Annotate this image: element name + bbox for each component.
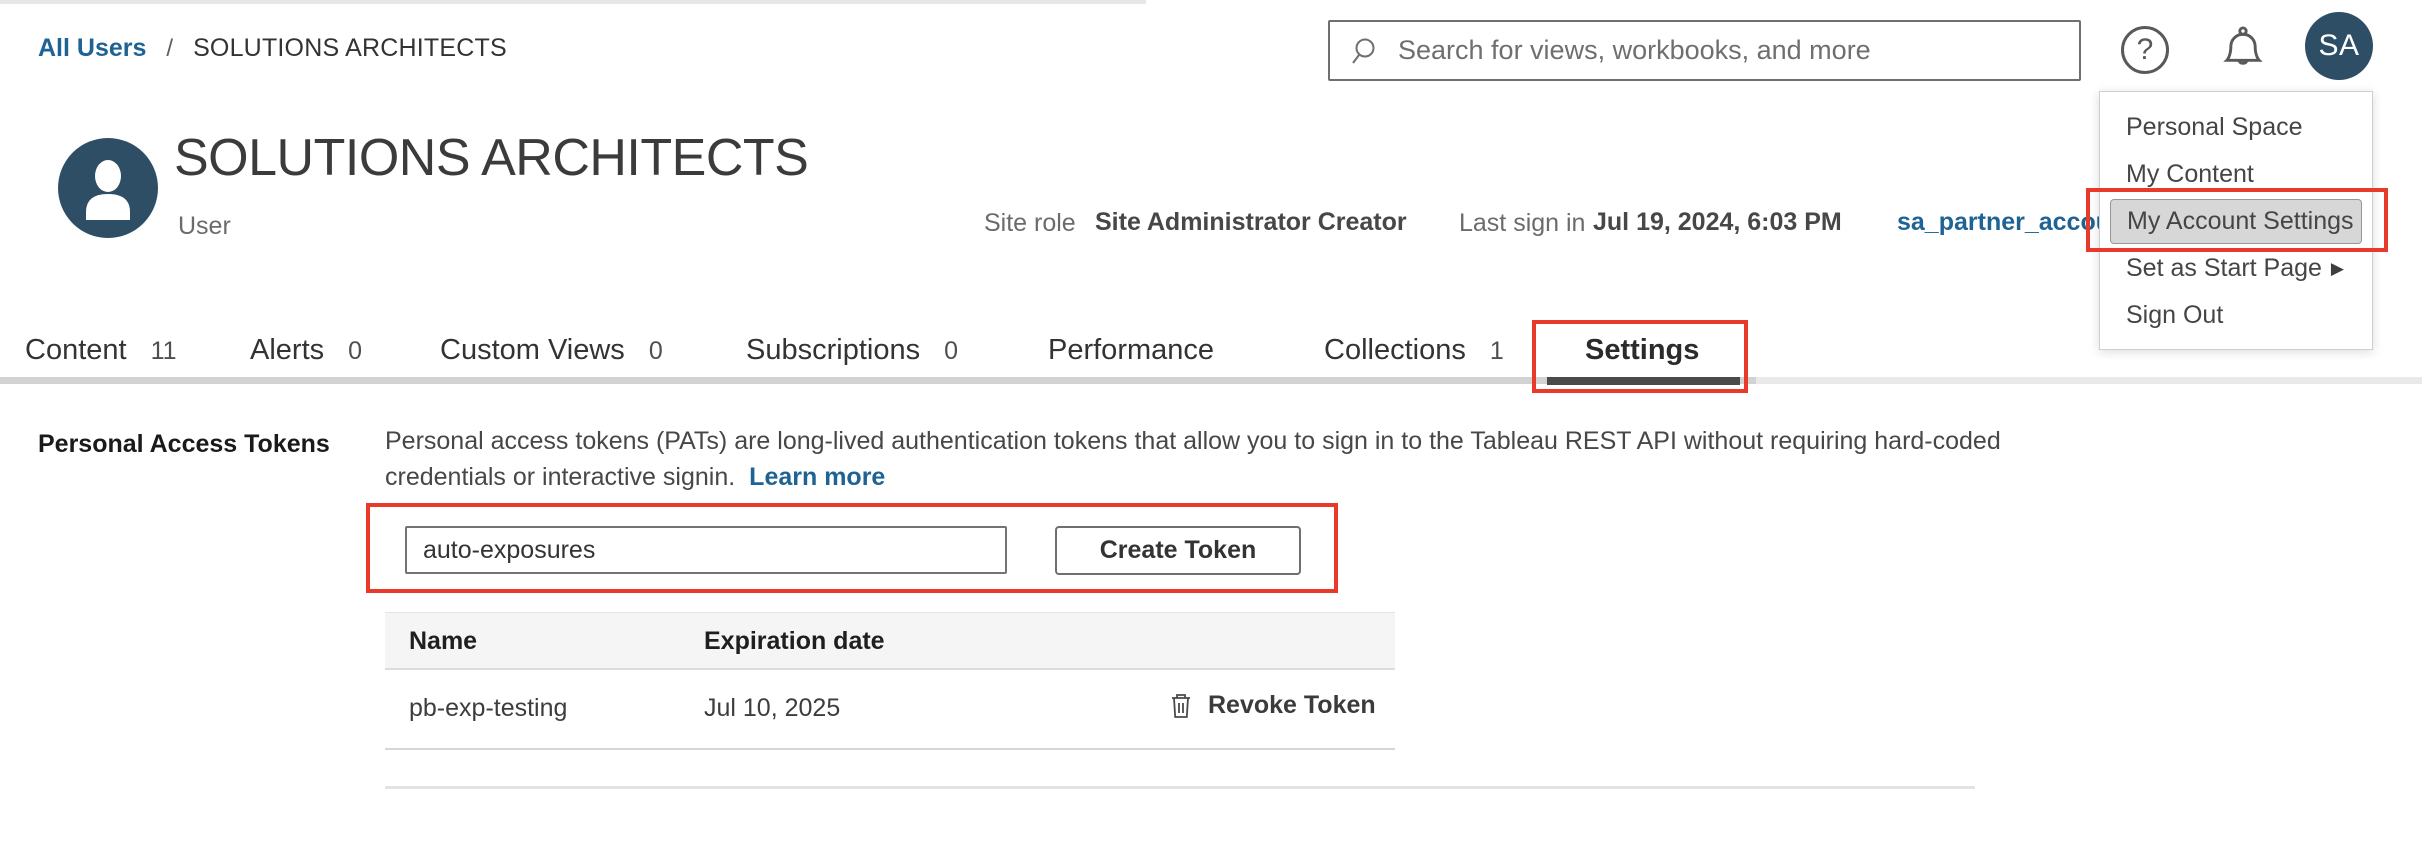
window-top-edge (0, 0, 1146, 4)
create-token-button[interactable]: Create Token (1055, 526, 1301, 575)
tab-label: Content (25, 334, 127, 367)
avatar-initials: SA (2318, 29, 2359, 63)
last-sign-in-value: Jul 19, 2024, 6:03 PM (1593, 208, 1842, 237)
tab-label: Settings (1585, 334, 1699, 367)
breadcrumb-separator: / (166, 35, 173, 63)
token-table-header (385, 612, 1395, 668)
pat-description-line1: Personal access tokens (PATs) are long-l… (385, 427, 2001, 456)
active-tab-underline (1547, 377, 1740, 385)
menu-item-label: Personal Space (2126, 104, 2303, 151)
tab-label: Custom Views (440, 334, 625, 367)
pat-description-text: credentials or interactive signin. (385, 463, 735, 491)
tab-collections[interactable]: Collections 1 (1324, 334, 1504, 367)
pat-section-title: Personal Access Tokens (38, 430, 330, 459)
token-row-expiration: Jul 10, 2025 (704, 694, 840, 723)
table-header-border (385, 668, 1395, 670)
breadcrumb: All Users / SOLUTIONS ARCHITECTS (38, 34, 507, 63)
pat-description-line2: credentials or interactive signin. Learn … (385, 463, 885, 492)
menu-item-label: Sign Out (2126, 292, 2223, 339)
token-name-input[interactable] (405, 526, 1007, 574)
tab-label: Performance (1048, 334, 1214, 367)
menu-item-my-account-settings[interactable]: My Account Settings (2110, 199, 2362, 244)
learn-more-link[interactable]: Learn more (749, 463, 885, 491)
site-role-value: Site Administrator Creator (1095, 208, 1407, 237)
search-icon (1350, 35, 1382, 67)
last-sign-in-label: Last sign in (1459, 209, 1585, 238)
tab-count: 11 (151, 337, 177, 366)
user-type-label: User (178, 212, 231, 241)
tab-performance[interactable]: Performance (1048, 334, 1214, 367)
search-input[interactable] (1398, 35, 2079, 66)
column-header-name: Name (409, 627, 477, 656)
person-icon (58, 138, 158, 238)
account-dropdown-menu: Personal Space My Content My Account Set… (2099, 91, 2373, 350)
search-bar[interactable] (1328, 20, 2081, 81)
token-row-name: pb-exp-testing (409, 694, 567, 723)
tab-count: 0 (649, 337, 663, 366)
menu-item-label: My Account Settings (2127, 200, 2354, 243)
column-header-expiration: Expiration date (704, 627, 885, 656)
menu-item-personal-space[interactable]: Personal Space (2100, 104, 2372, 151)
tab-count: 1 (1490, 337, 1504, 366)
tab-alerts[interactable]: Alerts 0 (250, 334, 362, 367)
notifications-bell-icon[interactable] (2216, 22, 2270, 78)
tab-label: Collections (1324, 334, 1466, 367)
tab-label: Subscriptions (746, 334, 920, 367)
site-role-label: Site role (984, 209, 1076, 238)
page: All Users / SOLUTIONS ARCHITECTS ? SA SO… (0, 0, 2422, 850)
help-icon[interactable]: ? (2121, 26, 2169, 74)
section-divider (385, 786, 1975, 789)
menu-item-set-as-start-page[interactable]: Set as Start Page ▶ (2100, 245, 2372, 292)
menu-item-label: Set as Start Page (2126, 245, 2322, 292)
trash-icon (1168, 690, 1194, 720)
tabs-divider-light (1756, 377, 2422, 384)
user-avatar (58, 138, 158, 238)
table-row-border (385, 748, 1395, 750)
tab-label: Alerts (250, 334, 324, 367)
revoke-token-label: Revoke Token (1208, 691, 1376, 720)
tab-count: 0 (348, 337, 362, 366)
tab-subscriptions[interactable]: Subscriptions 0 (746, 334, 958, 367)
page-title: SOLUTIONS ARCHITECTS (174, 128, 808, 188)
account-name-link[interactable]: sa_partner_accou (1897, 208, 2111, 237)
account-avatar-button[interactable]: SA (2305, 12, 2373, 80)
menu-item-my-content[interactable]: My Content (2100, 151, 2372, 198)
tab-settings[interactable]: Settings (1585, 334, 1699, 367)
menu-item-sign-out[interactable]: Sign Out (2100, 292, 2372, 339)
submenu-arrow-icon: ▶ (2331, 245, 2344, 292)
revoke-token-button[interactable]: Revoke Token (1168, 690, 1376, 720)
breadcrumb-all-users-link[interactable]: All Users (38, 34, 146, 63)
tab-count: 0 (944, 337, 958, 366)
help-glyph: ? (2137, 33, 2154, 67)
tab-content[interactable]: Content 11 (25, 334, 177, 367)
tab-custom-views[interactable]: Custom Views 0 (440, 334, 663, 367)
breadcrumb-current-page: SOLUTIONS ARCHITECTS (193, 34, 507, 63)
menu-item-label: My Content (2126, 151, 2254, 198)
